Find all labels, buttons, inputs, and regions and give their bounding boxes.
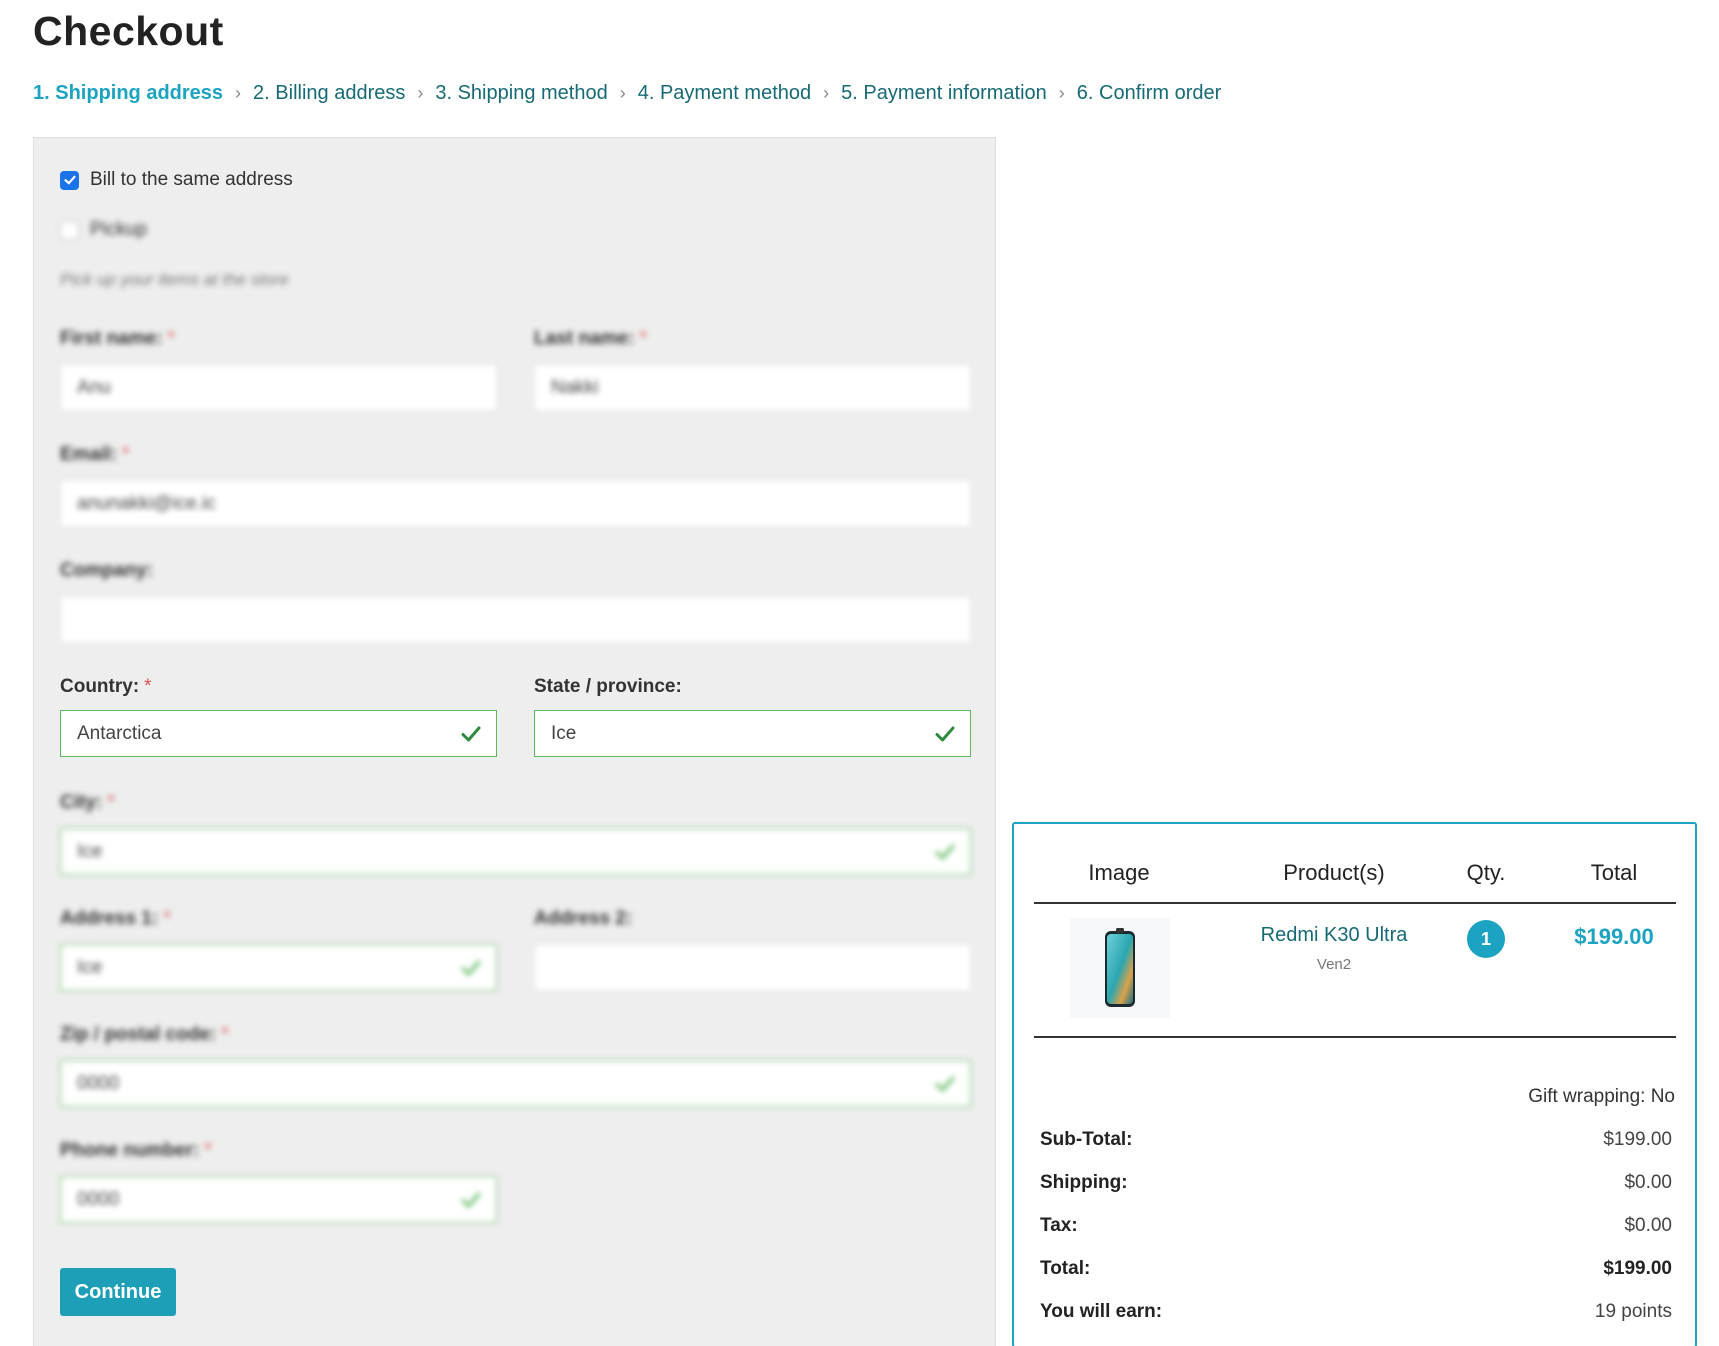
order-table-header: Image Product(s) Qty. Total: [1034, 860, 1676, 904]
chevron-right-icon: ›: [417, 83, 424, 103]
company-field[interactable]: [60, 596, 971, 643]
step-payment-method[interactable]: 4. Payment method: [638, 82, 811, 105]
product-image[interactable]: [1070, 918, 1170, 1018]
address1-field[interactable]: Ice: [60, 944, 497, 991]
check-valid-icon: [461, 1192, 481, 1208]
phone-image-icon: [1105, 928, 1135, 1007]
phone-label: Phone number: *: [60, 1140, 212, 1161]
bill-same-address-label: Bill to the same address: [90, 169, 293, 190]
page-title: Checkout: [33, 8, 224, 54]
product-total: $199.00: [1574, 924, 1654, 949]
phone-field[interactable]: 0000: [60, 1176, 497, 1223]
shipping-address-form: Bill to the same address Pickup Pick up …: [33, 137, 996, 1346]
state-province-label: State / province:: [534, 676, 682, 697]
tax-label: Tax:: [1040, 1215, 1078, 1236]
city-field[interactable]: Ice: [60, 828, 971, 875]
pickup-label: Pickup: [90, 219, 148, 240]
order-total-label: Total:: [1040, 1258, 1091, 1279]
chevron-right-icon: ›: [823, 83, 830, 103]
email-label: Email: *: [60, 444, 130, 465]
chevron-right-icon: ›: [619, 83, 626, 103]
first-name-field[interactable]: Anu: [60, 364, 497, 411]
city-label: City: *: [60, 792, 115, 813]
address1-label: Address 1: *: [60, 908, 171, 929]
step-payment-information[interactable]: 5. Payment information: [841, 82, 1047, 105]
last-name-label: Last name: *: [534, 328, 647, 349]
last-name-field[interactable]: Nakki: [534, 364, 971, 411]
table-row: Redmi K30 Ultra Ven2 1 $199.00: [1034, 904, 1676, 1038]
state-province-select[interactable]: Ice: [534, 710, 971, 757]
country-label: Country: *: [60, 676, 152, 697]
zip-field[interactable]: 0000: [60, 1060, 971, 1107]
check-valid-icon: [935, 726, 955, 742]
checkmark-icon: [63, 175, 76, 185]
check-valid-icon: [935, 844, 955, 860]
reward-points-label: You will earn:: [1040, 1301, 1163, 1322]
pickup-option[interactable]: Pickup: [60, 219, 147, 241]
product-name-link[interactable]: Redmi K30 Ultra: [1234, 924, 1434, 947]
company-label: Company:: [60, 560, 153, 581]
header-qty: Qty.: [1466, 860, 1506, 885]
subtotal-label: Sub-Total:: [1040, 1129, 1133, 1150]
address2-field[interactable]: [534, 944, 971, 991]
check-valid-icon: [461, 960, 481, 976]
pickup-hint: Pick up your items at the store: [60, 270, 289, 289]
step-shipping-method[interactable]: 3. Shipping method: [435, 82, 607, 105]
continue-button[interactable]: Continue: [60, 1268, 176, 1316]
header-total: Total: [1590, 860, 1638, 885]
first-name-label: First name: *: [60, 328, 175, 349]
address2-label: Address 2:: [534, 908, 633, 929]
gift-wrapping-info: Gift wrapping: No: [1528, 1086, 1675, 1107]
check-valid-icon: [935, 1076, 955, 1092]
tax-value: $0.00: [1624, 1215, 1672, 1236]
check-valid-icon: [461, 726, 481, 742]
bill-same-address-option[interactable]: Bill to the same address: [60, 169, 293, 191]
reward-points-value: 19 points: [1594, 1301, 1672, 1322]
country-select[interactable]: Antarctica: [60, 710, 497, 757]
shipping-label: Shipping:: [1040, 1172, 1128, 1193]
subtotal-value: $199.00: [1603, 1129, 1672, 1150]
shipping-value: $0.00: [1624, 1172, 1672, 1193]
chevron-right-icon: ›: [1058, 83, 1065, 103]
header-image: Image: [1088, 860, 1150, 885]
zip-label: Zip / postal code: *: [60, 1024, 229, 1045]
bill-same-address-checkbox[interactable]: [60, 170, 79, 190]
header-products: Product(s): [1283, 860, 1385, 885]
step-billing-address[interactable]: 2. Billing address: [253, 82, 405, 105]
step-shipping-address[interactable]: 1. Shipping address: [33, 82, 223, 105]
product-vendor: Ven2: [1316, 956, 1352, 973]
quantity-badge: 1: [1467, 920, 1505, 958]
email-field[interactable]: anunakki@ice.ic: [60, 480, 971, 527]
step-confirm-order[interactable]: 6. Confirm order: [1077, 82, 1222, 105]
chevron-right-icon: ›: [235, 83, 242, 103]
pickup-checkbox[interactable]: [60, 220, 79, 240]
checkout-steps: 1. Shipping address › 2. Billing address…: [33, 82, 1221, 105]
order-summary: Image Product(s) Qty. Total Redmi K30 Ul…: [1012, 822, 1697, 1346]
order-total-value: $199.00: [1603, 1258, 1672, 1279]
